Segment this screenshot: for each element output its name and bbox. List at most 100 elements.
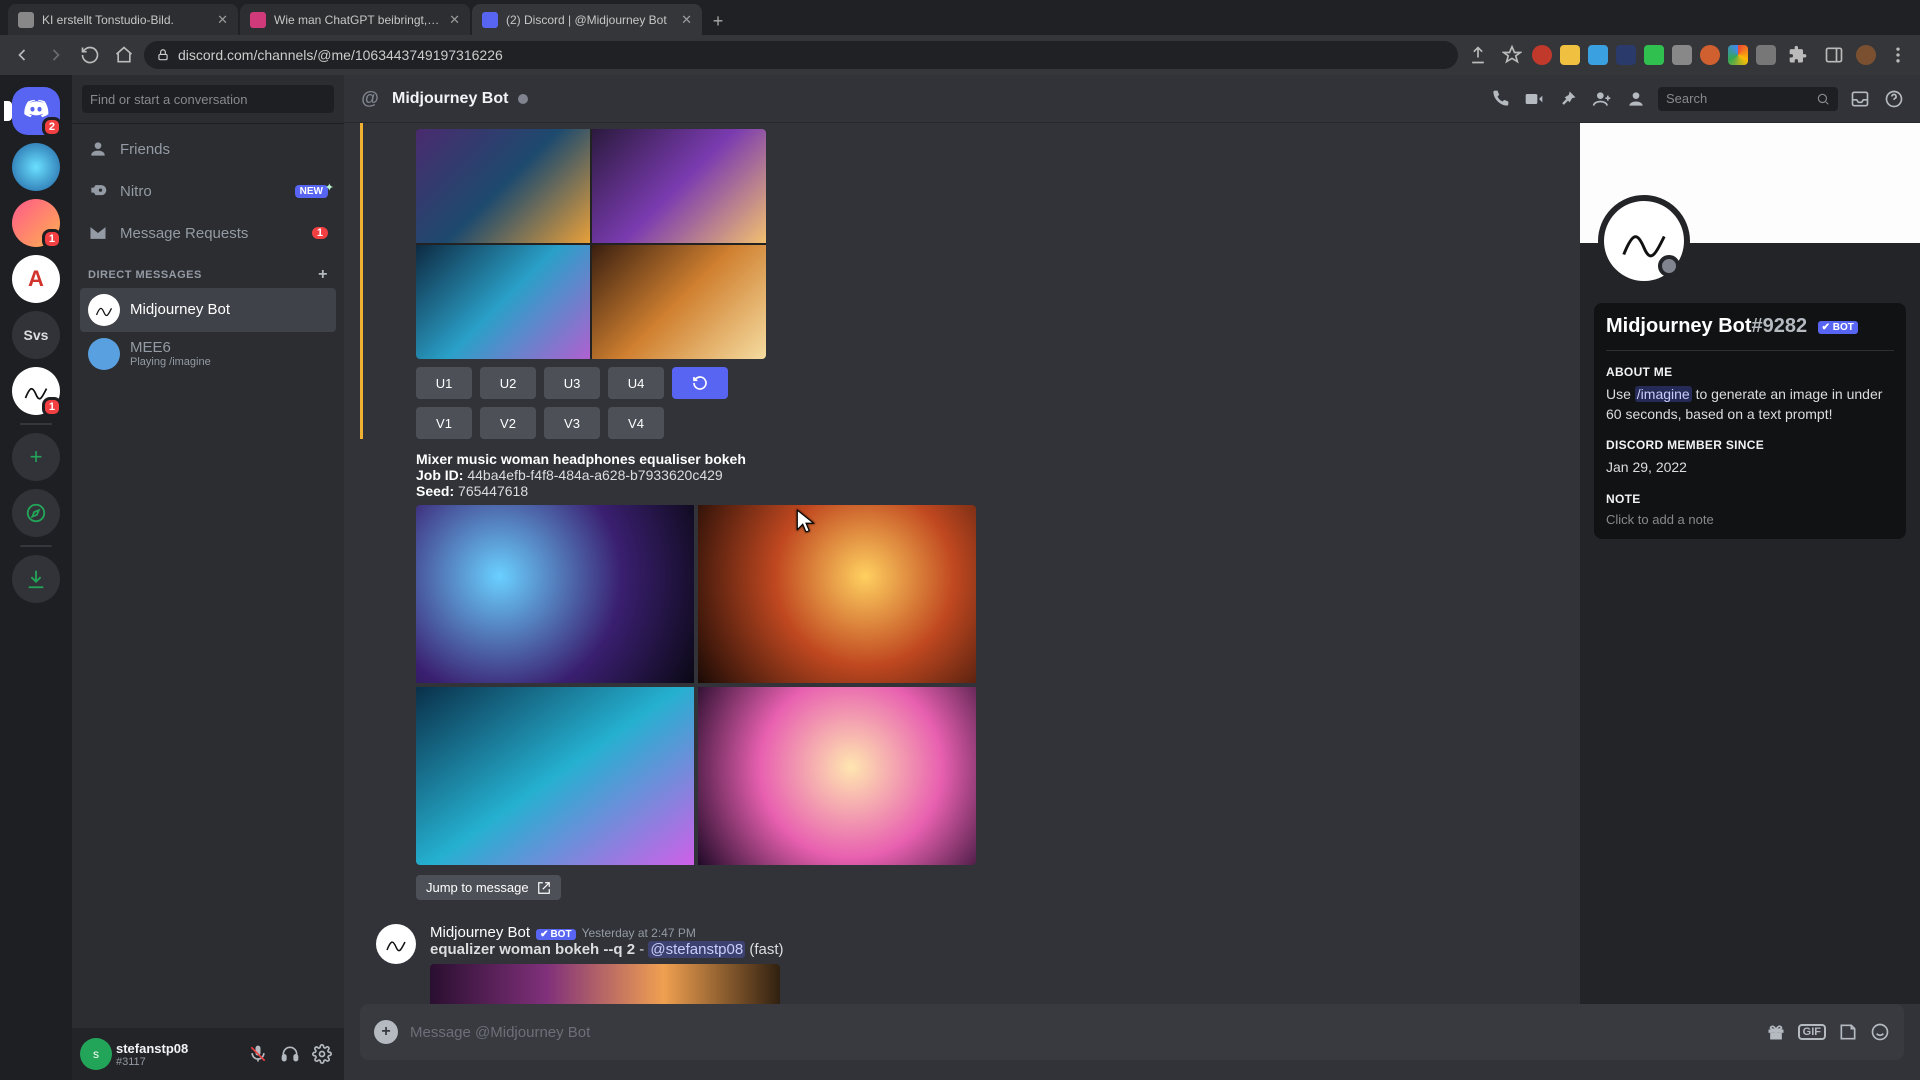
note-input[interactable]: Click to add a note [1606,512,1894,527]
tab-favicon [250,12,266,28]
dm-item-midjourney[interactable]: Midjourney Bot [80,288,336,332]
channel-search[interactable]: Search [1658,87,1838,111]
image-thumbnail[interactable] [416,129,590,243]
address-bar[interactable]: discord.com/channels/@me/106344374919731… [144,41,1458,69]
browser-tab[interactable]: KI erstellt Tonstudio-Bild. ✕ [8,4,238,35]
dm-search-input[interactable]: Find or start a conversation [82,85,334,113]
u4-button[interactable]: U4 [608,367,664,399]
show-profile-button[interactable] [1624,87,1648,111]
explore-servers-button[interactable] [12,489,60,537]
close-icon[interactable]: ✕ [449,12,460,28]
channel-name: Midjourney Bot [392,90,508,108]
nav-forward-button[interactable] [42,41,70,69]
nav-reload-button[interactable] [76,41,104,69]
extension-icon[interactable] [1728,45,1748,65]
deafen-button[interactable] [276,1040,304,1068]
profile-avatar-icon[interactable] [1856,45,1876,65]
server-item[interactable]: 1 [12,367,60,415]
user-panel: s stefanstp08 #3117 [72,1028,344,1080]
server-item[interactable]: Svs [12,311,60,359]
sticker-button[interactable] [1838,1022,1858,1042]
friends-link[interactable]: Friends [80,128,336,170]
create-dm-button[interactable]: + [318,266,328,284]
close-icon[interactable]: ✕ [217,12,228,28]
gift-button[interactable] [1766,1022,1786,1042]
bookmark-icon[interactable] [1498,41,1526,69]
download-apps-button[interactable] [12,555,60,603]
image-grid-large[interactable] [416,505,976,865]
share-icon[interactable] [1464,41,1492,69]
pinned-messages-button[interactable] [1556,87,1580,111]
help-button[interactable] [1882,87,1906,111]
voice-call-button[interactable] [1488,87,1512,111]
attach-button[interactable]: + [374,1020,398,1044]
extension-icon[interactable] [1644,45,1664,65]
mute-mic-button[interactable] [244,1040,272,1068]
u2-button[interactable]: U2 [480,367,536,399]
server-item[interactable]: 1 [12,199,60,247]
nav-home-button[interactable] [110,41,138,69]
message-requests-link[interactable]: Message Requests 1 [80,212,336,254]
server-selection-pill [4,101,12,121]
user-settings-button[interactable] [308,1040,336,1068]
dm-item-mee6[interactable]: MEE6 Playing /imagine [80,332,336,376]
new-tab-button[interactable]: + [704,7,732,35]
friends-icon [88,139,108,159]
nav-back-button[interactable] [8,41,36,69]
search-placeholder: Find or start a conversation [90,92,248,107]
extension-icon[interactable] [1616,45,1636,65]
image-attachment-partial[interactable] [430,964,780,1004]
message-avatar[interactable] [376,924,416,964]
message-author[interactable]: Midjourney Bot [430,924,530,941]
self-avatar[interactable]: s [80,1038,112,1070]
extensions-puzzle-icon[interactable] [1784,41,1812,69]
extension-icon[interactable] [1672,45,1692,65]
v3-button[interactable]: V3 [544,407,600,439]
nitro-link[interactable]: Nitro NEW✦ [80,170,336,212]
jump-to-message-button[interactable]: Jump to message [416,875,561,900]
server-item[interactable]: A [12,255,60,303]
extension-icon[interactable] [1532,45,1552,65]
extension-icon[interactable] [1700,45,1720,65]
emoji-button[interactable] [1870,1022,1890,1042]
server-item[interactable] [12,143,60,191]
image-thumbnail[interactable] [592,129,766,243]
sidepanel-icon[interactable] [1820,41,1848,69]
v2-button[interactable]: V2 [480,407,536,439]
image-thumbnail[interactable] [416,505,694,683]
image-thumbnail[interactable] [416,687,694,865]
close-icon[interactable]: ✕ [681,12,692,28]
inbox-button[interactable] [1848,87,1872,111]
image-thumbnail[interactable] [698,505,976,683]
add-server-button[interactable]: + [12,433,60,481]
bot-tag: ✔ BOT [1818,321,1858,334]
home-button[interactable]: 2 [12,87,60,135]
image-thumbnail[interactable] [592,245,766,359]
self-tag: #3117 [116,1056,240,1068]
browser-tab-strip: KI erstellt Tonstudio-Bild. ✕ Wie man Ch… [0,0,1920,35]
u1-button[interactable]: U1 [416,367,472,399]
profile-avatar[interactable] [1598,195,1690,287]
gif-button[interactable]: GIF [1798,1024,1826,1040]
video-call-button[interactable] [1522,87,1546,111]
extension-icon[interactable] [1560,45,1580,65]
u3-button[interactable]: U3 [544,367,600,399]
message-list[interactable]: U1 U2 U3 U4 V1 V2 V3 V4 [344,123,1580,1004]
message-input[interactable]: Message @Midjourney Bot [410,1024,1754,1041]
browser-menu-icon[interactable] [1884,41,1912,69]
about-text: Use /imagine to generate an image in und… [1606,385,1894,424]
image-thumbnail[interactable] [416,245,590,359]
browser-tab[interactable]: Wie man ChatGPT beibringt, be ✕ [240,4,470,35]
browser-tab-active[interactable]: (2) Discord | @Midjourney Bot ✕ [472,4,702,35]
v4-button[interactable]: V4 [608,407,664,439]
extension-icon[interactable] [1756,45,1776,65]
image-thumbnail[interactable] [698,687,976,865]
extension-icon[interactable] [1588,45,1608,65]
tab-title: Wie man ChatGPT beibringt, be [274,13,441,27]
add-friends-button[interactable] [1590,87,1614,111]
self-meta[interactable]: stefanstp08 #3117 [116,1041,240,1068]
image-grid[interactable] [416,129,766,359]
v1-button[interactable]: V1 [416,407,472,439]
reroll-button[interactable] [672,367,728,399]
user-mention[interactable]: @stefanstp08 [648,941,745,958]
